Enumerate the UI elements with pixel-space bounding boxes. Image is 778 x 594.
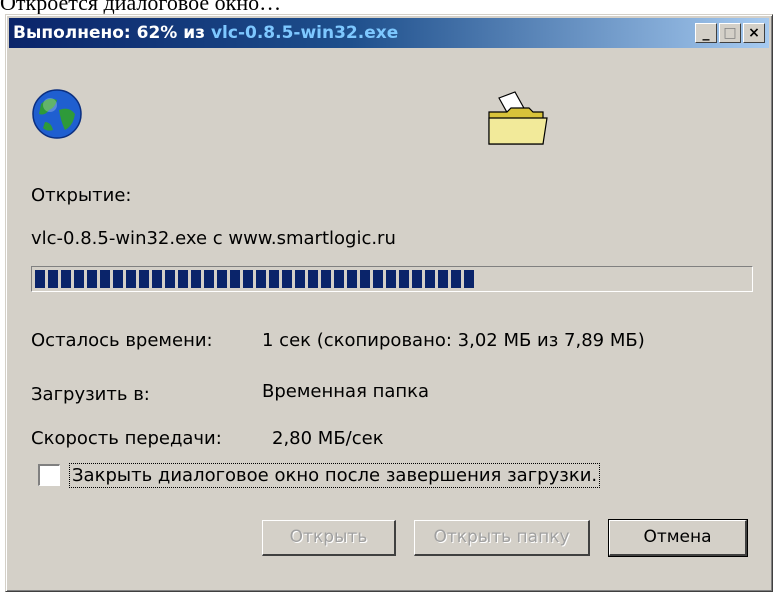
title-bar[interactable]: Выполнено: 62% из vlc-0.8.5-win32.exe _ …	[9, 18, 769, 48]
opening-label: Открытие:	[31, 185, 132, 206]
download-progress-bar	[31, 266, 753, 292]
time-left-label: Осталось времени:	[31, 330, 213, 351]
speed-label: Скорость передачи:	[31, 428, 222, 449]
close-button[interactable]: ×	[743, 23, 765, 43]
download-dialog: Выполнено: 62% из vlc-0.8.5-win32.exe _ …	[5, 14, 773, 592]
time-left-value: 1 сек (скопировано: 3,02 МБ из 7,89 МБ)	[262, 330, 645, 351]
download-to-value: Временная папка	[262, 381, 430, 402]
open-folder-button[interactable]: Открыть папку	[414, 520, 590, 556]
title-file: vlc-0.8.5-win32.exe	[210, 23, 399, 43]
folder-icon	[488, 91, 548, 145]
title-prefix: Выполнено: 62% из	[13, 23, 211, 43]
progress-fill	[35, 270, 477, 288]
file-source: vlc-0.8.5-win32.exe с www.smartlogic.ru	[31, 228, 396, 249]
close-on-complete-label[interactable]: Закрыть диалоговое окно после завершения…	[69, 463, 601, 488]
cancel-button[interactable]: Отмена	[608, 519, 748, 557]
download-to-label: Загрузить в:	[31, 384, 150, 405]
globe-icon	[32, 89, 82, 139]
window-title: Выполнено: 62% из vlc-0.8.5-win32.exe	[13, 23, 398, 43]
open-button[interactable]: Открыть	[262, 520, 396, 556]
minimize-button[interactable]: _	[695, 23, 717, 43]
maximize-button[interactable]: □	[719, 23, 741, 43]
close-on-complete-checkbox[interactable]	[38, 464, 60, 486]
speed-value: 2,80 МБ/сек	[272, 428, 384, 449]
